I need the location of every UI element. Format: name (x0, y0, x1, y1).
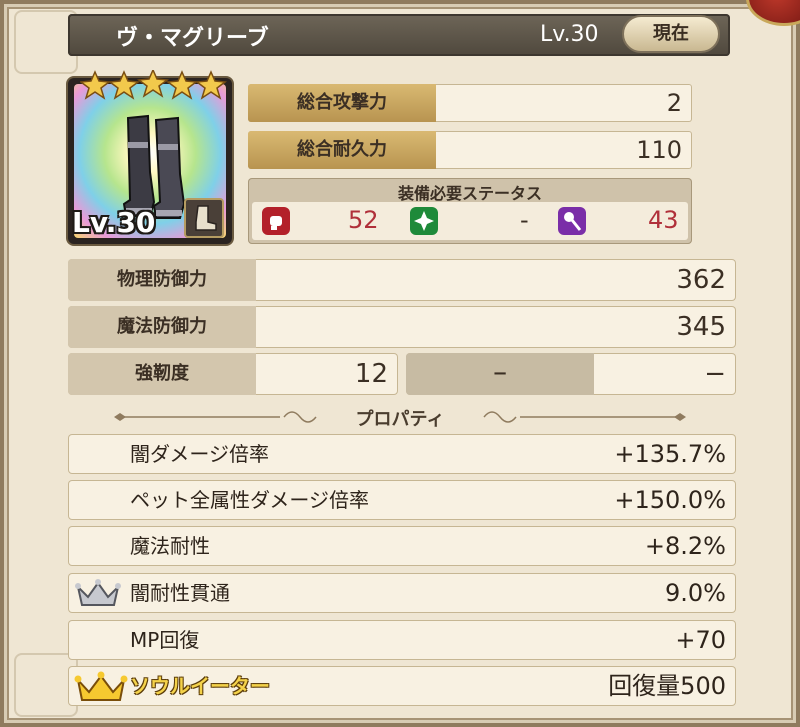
requirements-values: 52 - 43 (252, 202, 688, 240)
portrait-level-badge: Lv.30 (72, 206, 156, 239)
strength-value: 52 (348, 206, 379, 234)
physical-defense-value: 362 (676, 265, 726, 295)
property-row: 闇ダメージ倍率 +135.7% (68, 434, 736, 474)
total-attack-row: 総合攻撃力 2 (248, 84, 692, 122)
silver-crown-icon (75, 579, 121, 606)
property-row: ペット全属性ダメージ倍率 +150.0% (68, 480, 736, 520)
property-label: ペット全属性ダメージ倍率 (130, 488, 369, 512)
total-durability-row: 総合耐久力 110 (248, 131, 692, 169)
magic-icon (558, 207, 586, 235)
property-label: 闇耐性貫通 (130, 581, 230, 605)
equip-slot-badge (184, 198, 224, 238)
strength-icon (262, 207, 290, 235)
boot-icon (195, 205, 217, 231)
property-row: 闇耐性貫通 9.0% (68, 573, 736, 613)
star-icon (108, 70, 140, 100)
dexterity-icon (410, 207, 438, 235)
property-value: +150.0% (614, 486, 726, 514)
toughness-label: 強靭度 (68, 353, 256, 395)
toughness-row: 強靭度 12 (68, 353, 398, 395)
property-label: 魔法耐性 (130, 534, 210, 558)
magic-value: 43 (648, 206, 679, 234)
empty-stat-label: − (406, 353, 594, 395)
item-level: Lv.30 (540, 22, 599, 47)
toughness-value: 12 (354, 359, 388, 389)
total-attack-value: 2 (666, 89, 682, 117)
item-portrait: Lv.30 (68, 70, 232, 244)
empty-stat-row: − − (406, 353, 736, 395)
star-icon (195, 70, 227, 100)
magic-defense-value: 345 (676, 312, 726, 342)
dexterity-value: - (520, 206, 529, 234)
star-icon (137, 70, 169, 98)
property-label: MP回復 (130, 628, 200, 652)
property-label: ソウルイーター (130, 674, 270, 698)
physical-defense-row: 物理防御力 362 (68, 259, 736, 301)
star-icon (166, 70, 198, 100)
total-attack-label: 総合攻撃力 (248, 84, 436, 122)
item-name: ヴ・マグリーブ (116, 26, 269, 51)
total-durability-value: 110 (636, 136, 682, 164)
magic-defense-label: 魔法防御力 (68, 306, 256, 348)
properties-header: プロパティ (100, 402, 700, 432)
property-row: 魔法耐性 +8.2% (68, 526, 736, 566)
property-value: +135.7% (614, 440, 726, 468)
property-value: +70 (675, 626, 726, 654)
empty-stat-value: − (704, 359, 726, 389)
magic-defense-row: 魔法防御力 345 (68, 306, 736, 348)
property-value: 回復量500 (608, 672, 726, 700)
rarity-stars (80, 70, 227, 100)
property-row: MP回復 +70 (68, 620, 736, 660)
property-label: 闇ダメージ倍率 (130, 442, 269, 466)
unique-property-row: ソウルイーター 回復量500 (68, 666, 736, 706)
physical-defense-label: 物理防御力 (68, 259, 256, 301)
requirements-title: 装備必要ステータス (397, 184, 542, 203)
properties-title: プロパティ (355, 409, 445, 430)
star-icon (80, 70, 111, 100)
current-button[interactable]: 現在 (622, 15, 720, 53)
property-value: +8.2% (644, 532, 726, 560)
property-value: 9.0% (665, 579, 726, 607)
gold-crown-icon (74, 671, 128, 701)
total-durability-label: 総合耐久力 (248, 131, 436, 169)
equip-requirements: 装備必要ステータス 52 - 43 (248, 178, 692, 244)
